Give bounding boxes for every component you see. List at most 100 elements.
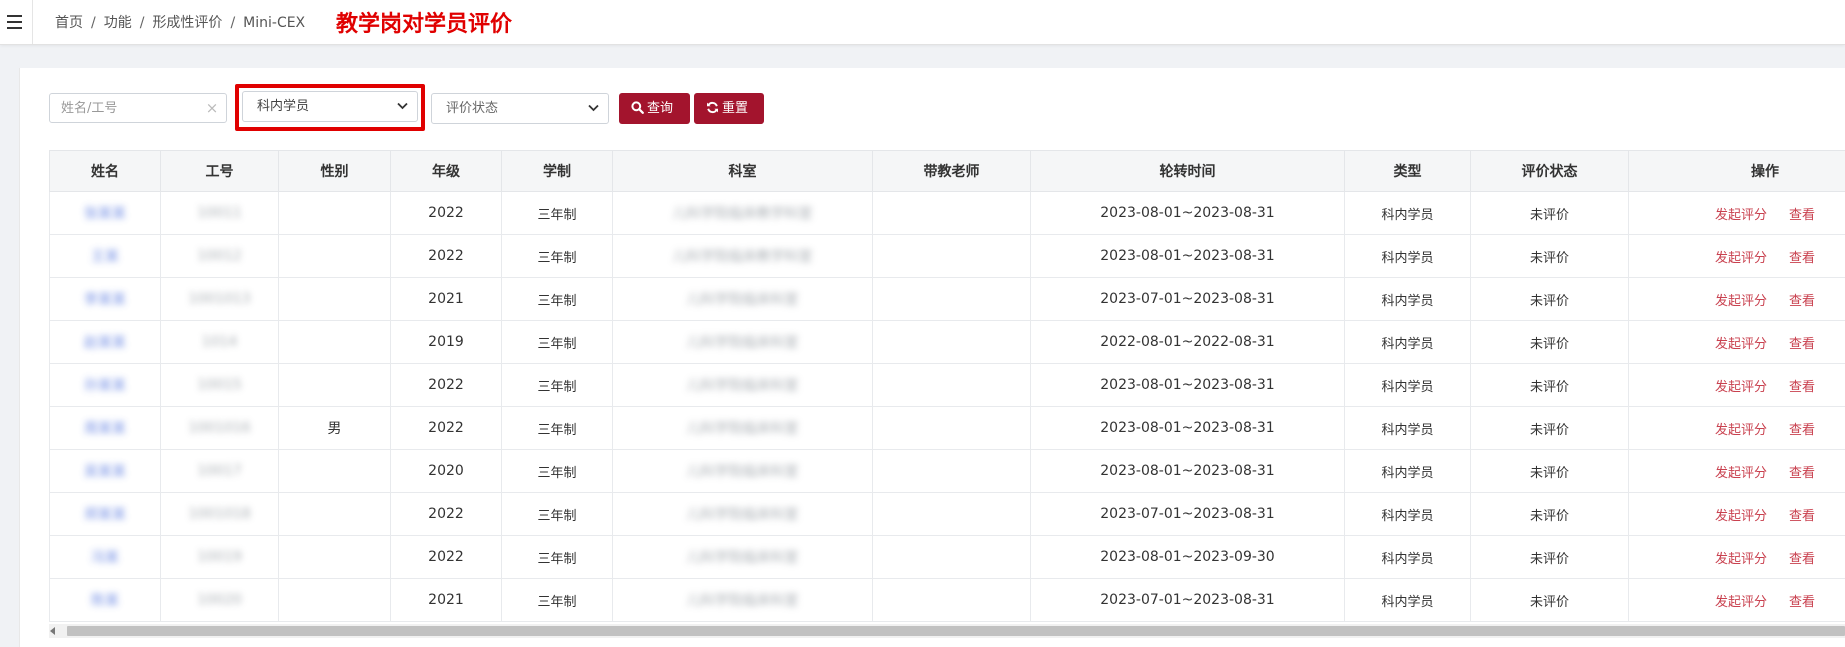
view-link[interactable]: 查看 xyxy=(1789,466,1815,481)
cell-name-text[interactable]: 陈某 xyxy=(91,590,119,610)
cell-name-text[interactable]: 王某 xyxy=(91,246,119,266)
cell-system: 三年制 xyxy=(501,234,613,278)
reset-button-label: 重置 xyxy=(722,101,749,116)
name-id-search-input[interactable] xyxy=(49,93,227,123)
cell-name-text[interactable]: 孙某某 xyxy=(84,375,126,395)
cell-name-text[interactable]: 周某某 xyxy=(84,418,126,438)
column-header-system: 学制 xyxy=(501,150,613,192)
cell-grade: 2020 xyxy=(390,449,502,493)
start-scoring-link[interactable]: 发起评分 xyxy=(1715,251,1767,266)
navbar-divider xyxy=(32,0,33,44)
cell-name: 赵某某 xyxy=(49,320,161,364)
cell-grade: 2022 xyxy=(390,363,502,407)
cell-name: 周某某 xyxy=(49,406,161,450)
cell-name-text[interactable]: 赵某某 xyxy=(84,332,126,352)
cell-actions: 发起评分 查看 xyxy=(1628,191,1845,235)
breadcrumb: 首页 / 功能 / 形成性评价 / Mini-CEX xyxy=(55,12,305,32)
view-link[interactable]: 查看 xyxy=(1789,251,1815,266)
cell-actions: 发起评分 查看 xyxy=(1628,320,1845,364)
cell-type: 科内学员 xyxy=(1344,363,1471,407)
cell-system: 三年制 xyxy=(501,449,613,493)
breadcrumb-item-home[interactable]: 首页 xyxy=(55,15,83,31)
breadcrumb-separator: / xyxy=(139,15,145,31)
cell-system: 三年制 xyxy=(501,277,613,321)
reset-button[interactable]: 重置 xyxy=(694,93,764,124)
table-row: 赵某某 1014 2019 三年制 儿科学院临床科室 2022-08-01~2022-08… xyxy=(49,320,1845,364)
top-navbar: 首页 / 功能 / 形成性评价 / Mini-CEX 教学岗对学员评价 xyxy=(0,0,1845,45)
column-header-rotation: 轮转时间 xyxy=(1030,150,1345,192)
cell-name: 张某某 xyxy=(49,191,161,235)
table-row: 孙某某 10015 2022 三年制 儿科学院临床科室 2023-08-01~2023-0… xyxy=(49,363,1845,407)
query-button[interactable]: 查询 xyxy=(619,93,690,124)
cell-actions: 发起评分 查看 xyxy=(1628,363,1845,407)
scrollbar-thumb[interactable] xyxy=(67,626,1845,636)
evaluation-status-select[interactable]: 评价状态 xyxy=(431,93,609,124)
cell-system: 三年制 xyxy=(501,578,613,622)
cell-dept-text: 儿科学院临床科室 xyxy=(686,335,799,351)
column-header-gender: 性别 xyxy=(278,150,391,192)
view-link[interactable]: 查看 xyxy=(1789,509,1815,524)
cell-name: 陈某 xyxy=(49,578,161,622)
cell-name-text[interactable]: 冯某 xyxy=(91,547,119,567)
view-link[interactable]: 查看 xyxy=(1789,294,1815,309)
table-row: 郑某某 1001018 2022 三年制 儿科学院临床科室 2023-07-01~2023… xyxy=(49,492,1845,536)
start-scoring-link[interactable]: 发起评分 xyxy=(1715,509,1767,524)
cell-id: 10011 xyxy=(160,191,279,235)
cell-id-text: 10015 xyxy=(197,377,242,393)
cell-rotation: 2023-08-01~2023-08-31 xyxy=(1030,406,1345,450)
breadcrumb-item-function[interactable]: 功能 xyxy=(104,15,132,31)
student-table-container: 姓名 工号 性别 年级 学制 科室 带教老师 轮转时间 类型 评价状态 操作 张… xyxy=(49,150,1845,624)
cell-type: 科内学员 xyxy=(1344,492,1471,536)
start-scoring-link[interactable]: 发起评分 xyxy=(1715,423,1767,438)
cell-type: 科内学员 xyxy=(1344,277,1471,321)
cell-id-text: 1001016 xyxy=(188,420,251,436)
cell-id: 1014 xyxy=(160,320,279,364)
start-scoring-link[interactable]: 发起评分 xyxy=(1715,337,1767,352)
chevron-down-icon xyxy=(588,94,600,123)
start-scoring-link[interactable]: 发起评分 xyxy=(1715,380,1767,395)
start-scoring-link[interactable]: 发起评分 xyxy=(1715,552,1767,567)
cell-name-text[interactable]: 郑某某 xyxy=(84,504,126,524)
cell-teacher xyxy=(872,535,1031,579)
breadcrumb-item-formative-evaluation[interactable]: 形成性评价 xyxy=(152,15,222,31)
cell-actions: 发起评分 查看 xyxy=(1628,578,1845,622)
view-link[interactable]: 查看 xyxy=(1789,595,1815,610)
start-scoring-link[interactable]: 发起评分 xyxy=(1715,466,1767,481)
scroll-left-arrow-icon[interactable] xyxy=(50,627,55,635)
cell-dept: 儿科学院临床教学科室 xyxy=(612,191,873,235)
breadcrumb-separator: / xyxy=(230,15,236,31)
cell-name-text[interactable]: 李某某 xyxy=(84,289,126,309)
clear-input-icon[interactable]: × xyxy=(204,99,220,117)
cell-system: 三年制 xyxy=(501,406,613,450)
cell-gender xyxy=(278,363,391,407)
cell-status: 未评价 xyxy=(1470,320,1629,364)
column-header-grade: 年级 xyxy=(390,150,502,192)
cell-status: 未评价 xyxy=(1470,234,1629,278)
view-link[interactable]: 查看 xyxy=(1789,552,1815,567)
view-link[interactable]: 查看 xyxy=(1789,208,1815,223)
view-link[interactable]: 查看 xyxy=(1789,423,1815,438)
cell-teacher xyxy=(872,363,1031,407)
start-scoring-link[interactable]: 发起评分 xyxy=(1715,294,1767,309)
cell-id: 1001018 xyxy=(160,492,279,536)
cell-status: 未评价 xyxy=(1470,406,1629,450)
horizontal-scrollbar[interactable] xyxy=(49,624,1845,638)
cell-id-text: 10012 xyxy=(197,248,242,264)
cell-dept: 儿科学院临床科室 xyxy=(612,363,873,407)
cell-gender xyxy=(278,234,391,278)
cell-id-text: 1001018 xyxy=(188,506,251,522)
cell-system: 三年制 xyxy=(501,535,613,579)
start-scoring-link[interactable]: 发起评分 xyxy=(1715,595,1767,610)
breadcrumb-separator: / xyxy=(91,15,96,31)
cell-status: 未评价 xyxy=(1470,578,1629,622)
cell-name-text[interactable]: 吴某某 xyxy=(84,461,126,481)
cell-name-text[interactable]: 张某某 xyxy=(84,203,126,223)
cell-dept-text: 儿科学院临床教学科室 xyxy=(672,249,813,265)
menu-toggle-icon[interactable] xyxy=(6,10,24,34)
start-scoring-link[interactable]: 发起评分 xyxy=(1715,208,1767,223)
column-header-type: 类型 xyxy=(1344,150,1471,192)
cell-teacher xyxy=(872,320,1031,364)
cell-gender xyxy=(278,535,391,579)
view-link[interactable]: 查看 xyxy=(1789,380,1815,395)
view-link[interactable]: 查看 xyxy=(1789,337,1815,352)
